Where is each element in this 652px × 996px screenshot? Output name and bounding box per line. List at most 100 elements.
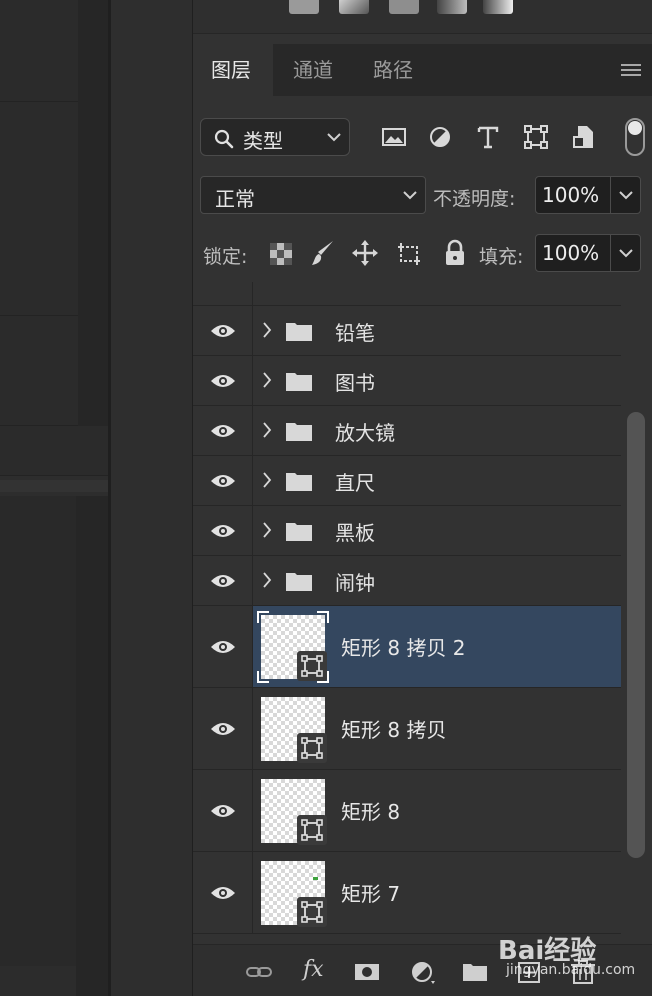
canvas-block [0,496,76,966]
shape-layer-icon [297,897,327,927]
expand-chevron-icon[interactable] [261,420,273,440]
layer-name: 闹钟 [335,571,375,595]
lock-image-pixels-icon[interactable] [309,238,337,268]
visibility-eye-icon[interactable] [210,373,236,389]
visibility-cell [193,356,253,405]
layer-group-row[interactable]: 图书 [193,356,621,406]
expand-chevron-icon[interactable] [261,470,273,490]
opacity-field[interactable]: 100% [535,176,641,214]
add-mask-icon[interactable] [353,959,381,985]
selection-corner [257,671,269,683]
blend-mode-select[interactable]: 正常 [200,176,426,214]
opacity-label: 不透明度: [433,188,516,210]
layer-shape-row[interactable]: 矩形 8 [193,770,621,852]
new-adjustment-layer-icon[interactable] [409,959,437,985]
visibility-eye-icon[interactable] [210,423,236,439]
layer-name: 图书 [335,371,375,395]
fill-field[interactable]: 100% [535,234,641,272]
layers-panel: 图层 通道 路径 类型 正常 不透明度: 100% 锁定: 填充: 100% 铅… [192,0,652,996]
canvas-gutter [76,496,108,996]
lock-label: 锁定: [203,246,248,268]
type-filter-icon[interactable] [473,122,503,152]
exposure-icon[interactable] [437,0,467,14]
shape-filter-icon[interactable] [521,122,551,152]
blend-mode-value: 正常 [215,187,255,211]
image-filter-icon[interactable] [379,122,409,152]
tab-paths[interactable]: 路径 [355,44,431,96]
chevron-down-icon [403,191,417,200]
expand-chevron-icon[interactable] [261,520,273,540]
filter-toggle[interactable] [625,118,645,156]
smart-object-filter-icon[interactable] [569,122,599,152]
canvas-block [0,316,78,426]
shape-layer-icon [297,815,327,845]
panel-menu-icon[interactable] [621,64,641,78]
fill-dropdown[interactable] [610,235,640,271]
layer-name: 矩形 8 [341,800,401,824]
new-group-folder-icon[interactable] [461,959,489,985]
tab-layers[interactable]: 图层 [193,44,273,96]
link-layers-icon[interactable] [245,959,273,985]
lock-all-icon[interactable] [441,238,469,268]
layer-group-row[interactable]: 铅笔 [193,306,621,356]
layer-group-row[interactable]: 放大镜 [193,406,621,456]
brightness-icon[interactable] [289,0,319,14]
shape-layer-icon [297,651,327,681]
folder-icon [286,373,312,391]
visibility-eye-icon[interactable] [210,639,236,655]
gradient-map-icon[interactable] [483,0,513,14]
eye-column [193,282,253,305]
lock-transparent-pixels-icon[interactable] [267,238,295,268]
visibility-eye-icon[interactable] [210,721,236,737]
layer-name: 黑板 [335,521,375,545]
fill-value: 100% [542,241,600,265]
lock-position-icon[interactable] [351,238,379,268]
filter-select-label: 类型 [243,129,283,153]
visibility-eye-icon[interactable] [210,523,236,539]
visibility-cell [193,852,253,933]
expand-chevron-icon[interactable] [261,570,273,590]
layer-group-row[interactable]: 黑板 [193,506,621,556]
folder-icon [286,423,312,441]
visibility-cell [193,456,253,505]
visibility-eye-icon[interactable] [210,885,236,901]
baidu-jingyan-watermark: Bai经验 jingyan.baidu.com [498,922,648,992]
expand-chevron-icon[interactable] [261,320,273,340]
canvas-block [0,102,78,316]
adjustment-filter-icon[interactable] [425,122,455,152]
canvas-divider [0,480,108,492]
selection-corner [257,611,269,623]
visibility-cell [193,506,253,555]
visibility-eye-icon[interactable] [210,803,236,819]
lock-artboard-icon[interactable] [395,238,423,268]
chevron-down-icon [327,133,341,142]
visibility-eye-icon[interactable] [210,473,236,489]
expand-chevron-icon[interactable] [261,370,273,390]
visibility-eye-icon[interactable] [210,573,236,589]
layers-scrollbar[interactable] [625,282,647,936]
canvas-block [0,0,78,102]
layer-row-partial[interactable] [193,282,621,306]
opacity-dropdown[interactable] [610,177,640,213]
levels-icon[interactable] [389,0,419,14]
layer-name: 矩形 7 [341,882,401,906]
visibility-eye-icon[interactable] [210,323,236,339]
layer-name: 铅笔 [335,321,375,345]
add-layer-style-button[interactable]: fx [303,957,324,982]
layer-group-row[interactable]: 直尺 [193,456,621,506]
tab-channels[interactable]: 通道 [275,44,351,96]
shape-layer-icon [297,733,327,763]
layer-shape-row[interactable]: 矩形 8 拷贝 [193,688,621,770]
layer-filter-select[interactable]: 类型 [200,118,350,156]
layer-name: 直尺 [335,471,375,495]
selection-corner [317,611,329,623]
layer-name: 矩形 8 拷贝 [341,718,447,742]
layer-group-row[interactable]: 闹钟 [193,556,621,606]
layer-shape-row-selected[interactable]: 矩形 8 拷贝 2 [193,606,621,688]
scrollbar-thumb[interactable] [627,412,645,858]
canvas-gutter [78,0,108,426]
curves-icon[interactable] [339,0,369,14]
opacity-value: 100% [542,183,600,207]
folder-icon [286,473,312,491]
panel-tabs: 图层 通道 路径 [193,44,652,96]
